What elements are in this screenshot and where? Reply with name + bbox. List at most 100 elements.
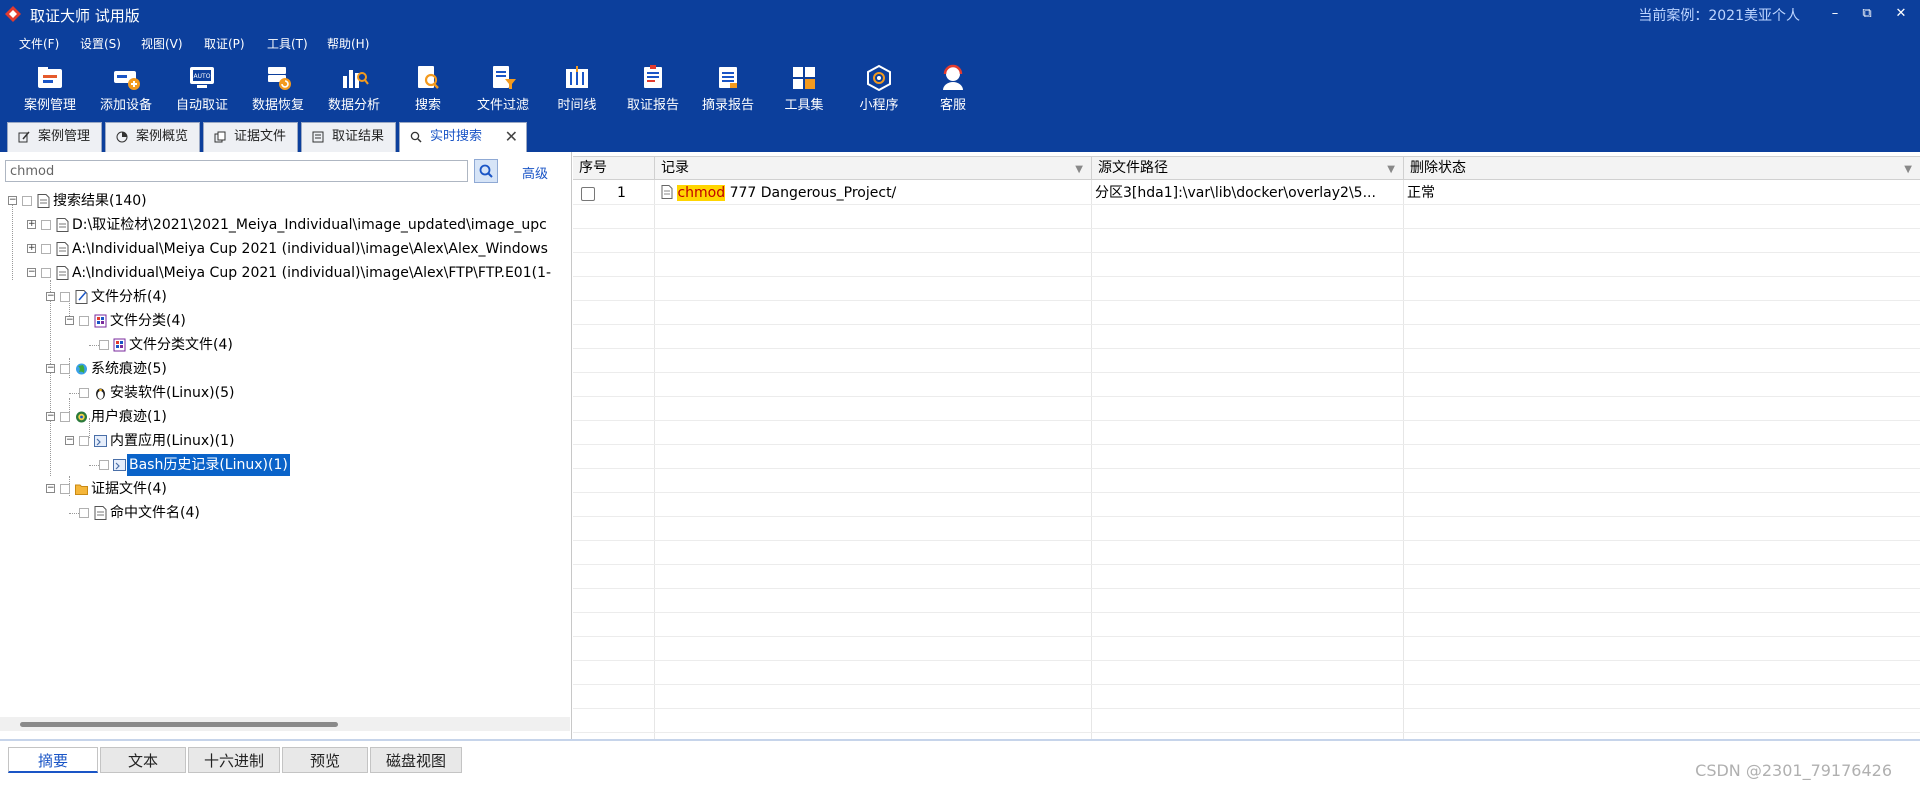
tab-text[interactable]: 文本 bbox=[100, 747, 186, 773]
tree-checkbox[interactable] bbox=[99, 460, 109, 470]
tool-excerpt-report[interactable]: 摘录报告 bbox=[692, 60, 764, 118]
search-button[interactable] bbox=[474, 159, 498, 183]
tool-data-recovery[interactable]: 数据恢复 bbox=[242, 60, 314, 118]
filter-icon[interactable]: ▼ bbox=[1387, 158, 1395, 181]
collapse-toggle[interactable]: − bbox=[46, 412, 55, 421]
row-source-path: 分区3[hda1]:\var\lib\docker\overlay2\5... bbox=[1095, 185, 1376, 201]
results-icon bbox=[312, 131, 324, 143]
filter-icon[interactable]: ▼ bbox=[1904, 158, 1912, 181]
tab-realtime-search[interactable]: 实时搜索 ✕ bbox=[399, 122, 527, 152]
tree-node-user-traces[interactable]: − 用户痕迹(1) bbox=[0, 406, 300, 428]
tool-add-device[interactable]: 添加设备 bbox=[90, 60, 162, 118]
tool-case-management[interactable]: 案例管理 bbox=[14, 60, 86, 118]
menu-file[interactable]: 文件(F) bbox=[19, 35, 59, 52]
tree-checkbox[interactable] bbox=[79, 436, 89, 446]
tab-summary[interactable]: 摘要 bbox=[8, 747, 98, 773]
tree-node-matched-filenames[interactable]: 命中文件名(4) bbox=[0, 502, 300, 524]
tree-node-file-classification-files[interactable]: 文件分类文件(4) bbox=[0, 334, 300, 356]
collapse-toggle[interactable]: − bbox=[8, 196, 17, 205]
collapse-toggle[interactable]: − bbox=[27, 268, 36, 277]
grid-header: 序号 记录 ▼ 源文件路径 ▼ 删除状态 ▼ bbox=[573, 156, 1920, 180]
menu-tools[interactable]: 工具(T) bbox=[267, 35, 308, 52]
timeline-icon bbox=[566, 66, 588, 88]
tool-timeline[interactable]: 时间线 bbox=[541, 60, 613, 118]
tree-checkbox[interactable] bbox=[60, 364, 70, 374]
tree-checkbox[interactable] bbox=[60, 412, 70, 422]
tree-checkbox[interactable] bbox=[60, 484, 70, 494]
minimize-button[interactable]: – bbox=[1822, 4, 1848, 24]
tree-node-evidence-files[interactable]: − 证据文件(4) bbox=[0, 478, 300, 500]
document-icon bbox=[56, 242, 69, 256]
tab-disk-view[interactable]: 磁盘视图 bbox=[370, 747, 462, 773]
tab-preview[interactable]: 预览 bbox=[282, 747, 368, 773]
search-icon bbox=[479, 164, 493, 178]
tree-checkbox[interactable] bbox=[22, 196, 32, 206]
tool-forensic-report[interactable]: 取证报告 bbox=[617, 60, 689, 118]
expand-toggle[interactable]: + bbox=[27, 220, 36, 229]
search-input[interactable] bbox=[5, 160, 468, 182]
tree-node-evidence-d[interactable]: + D:\取证检材\2021\2021_Meiya_Individual\ima… bbox=[0, 214, 570, 236]
menu-view[interactable]: 视图(V) bbox=[141, 35, 183, 52]
tree-node-evidence-ftp[interactable]: − A:\Individual\Meiya Cup 2021 (individu… bbox=[0, 262, 570, 284]
tab-case-overview[interactable]: 案例概览 bbox=[105, 122, 200, 152]
tree-node-search-results[interactable]: − 搜索结果(140) bbox=[0, 190, 560, 212]
advanced-search-link[interactable]: 高级 bbox=[522, 163, 548, 182]
tool-auto-forensics[interactable]: AUTO 自动取证 bbox=[166, 60, 238, 118]
tool-file-filter[interactable]: 文件过滤 bbox=[467, 60, 539, 118]
tool-toolset[interactable]: 工具集 bbox=[768, 60, 840, 118]
tree-checkbox[interactable] bbox=[79, 388, 89, 398]
restore-button[interactable]: ⧉ bbox=[1854, 4, 1880, 24]
close-window-button[interactable]: ✕ bbox=[1888, 4, 1914, 24]
collapse-toggle[interactable]: − bbox=[46, 364, 55, 373]
tool-mini-program[interactable]: 小程序 bbox=[843, 60, 915, 118]
menu-bar: 文件(F) 设置(S) 视图(V) 取证(P) 工具(T) 帮助(H) bbox=[0, 28, 1920, 58]
close-tab-icon[interactable]: ✕ bbox=[505, 123, 518, 151]
column-header-source-path[interactable]: 源文件路径 ▼ bbox=[1092, 157, 1404, 180]
tree-node-system-traces[interactable]: − 系统痕迹(5) bbox=[0, 358, 300, 380]
case-management-icon bbox=[38, 67, 62, 88]
auto-forensics-icon: AUTO bbox=[190, 67, 214, 88]
classification-icon bbox=[94, 314, 107, 328]
tree-node-file-analysis[interactable]: − 文件分析(4) bbox=[0, 286, 300, 308]
column-header-record[interactable]: 记录 ▼ bbox=[655, 157, 1092, 180]
tree-checkbox[interactable] bbox=[41, 220, 51, 230]
tree-checkbox[interactable] bbox=[79, 508, 89, 518]
tree-node-evidence-alex-windows[interactable]: + A:\Individual\Meiya Cup 2021 (individu… bbox=[0, 238, 570, 260]
scrollbar-thumb[interactable] bbox=[20, 722, 338, 727]
menu-help[interactable]: 帮助(H) bbox=[327, 35, 369, 52]
collapse-toggle[interactable]: − bbox=[46, 484, 55, 493]
menu-forensics[interactable]: 取证(P) bbox=[204, 35, 245, 52]
tree-node-installed-software[interactable]: 安装软件(Linux)(5) bbox=[0, 382, 300, 404]
filter-icon[interactable]: ▼ bbox=[1075, 158, 1083, 181]
collapse-toggle[interactable]: − bbox=[65, 316, 74, 325]
tab-forensic-results[interactable]: 取证结果 bbox=[301, 122, 396, 152]
collapse-toggle[interactable]: − bbox=[46, 292, 55, 301]
toolbar: 案例管理 添加设备 AUTO 自动取证 数据恢复 数据分析 搜索 文件过滤 时间… bbox=[0, 58, 1920, 120]
file-analysis-icon bbox=[75, 290, 88, 304]
row-checkbox[interactable] bbox=[581, 187, 595, 201]
current-case-label: 当前案例：2021美亚个人 bbox=[1638, 8, 1800, 24]
tree-checkbox[interactable] bbox=[99, 340, 109, 350]
table-row[interactable]: 1 chmod 777 Dangerous_Project/ 分区3[hda1]… bbox=[573, 181, 1920, 205]
tool-search[interactable]: 搜索 bbox=[392, 60, 464, 118]
column-header-delete-status[interactable]: 删除状态 ▼ bbox=[1404, 157, 1920, 180]
horizontal-scrollbar[interactable] bbox=[0, 717, 570, 731]
tree-node-file-classification[interactable]: − 文件分类(4) bbox=[0, 310, 300, 332]
overview-icon bbox=[116, 131, 128, 143]
customer-service-icon bbox=[943, 64, 963, 90]
tree-node-builtin-apps[interactable]: − 内置应用(Linux)(1) bbox=[0, 430, 300, 452]
tab-case-management[interactable]: 案例管理 bbox=[7, 122, 102, 152]
collapse-toggle[interactable]: − bbox=[65, 436, 74, 445]
menu-settings[interactable]: 设置(S) bbox=[80, 35, 121, 52]
expand-toggle[interactable]: + bbox=[27, 244, 36, 253]
tab-evidence-files[interactable]: 证据文件 bbox=[203, 122, 298, 152]
tree-checkbox[interactable] bbox=[79, 316, 89, 326]
tree-checkbox[interactable] bbox=[41, 268, 51, 278]
tree-checkbox[interactable] bbox=[60, 292, 70, 302]
column-header-index[interactable]: 序号 bbox=[573, 157, 655, 180]
tab-hex[interactable]: 十六进制 bbox=[188, 747, 280, 773]
tree-checkbox[interactable] bbox=[41, 244, 51, 254]
tool-customer-service[interactable]: 客服 bbox=[917, 60, 989, 118]
tool-data-analysis[interactable]: 数据分析 bbox=[318, 60, 390, 118]
tree-node-bash-history[interactable]: Bash历史记录(Linux)(1) bbox=[0, 454, 300, 476]
